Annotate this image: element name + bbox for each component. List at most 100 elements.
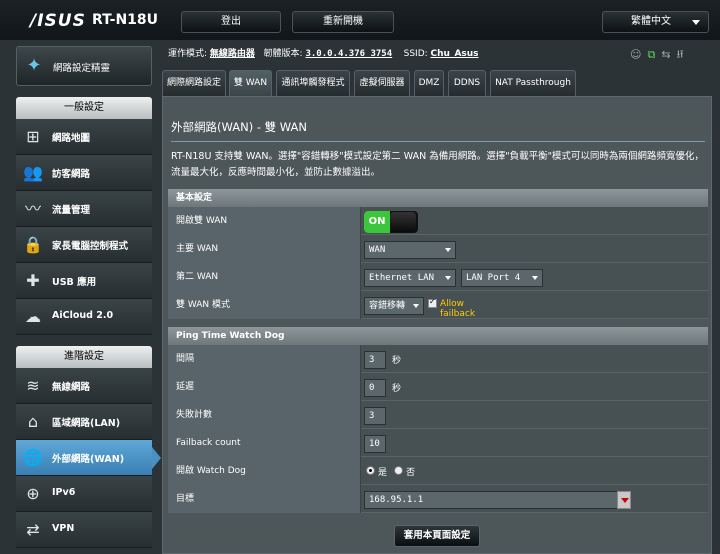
sidebar-item-label: 無線網路 xyxy=(52,382,91,393)
tab-ddns[interactable]: DDNS xyxy=(448,70,486,96)
tab-dual-wan[interactable]: 雙 WAN xyxy=(229,70,272,96)
chevron-down-icon xyxy=(532,276,538,280)
wan-icon: 🌐 xyxy=(23,448,43,467)
op-mode-label: 運作模式: xyxy=(168,49,208,59)
failback-count-input[interactable]: 10 xyxy=(364,435,386,453)
primary-wan-select[interactable]: WAN xyxy=(364,241,456,259)
sidebar-item-wan[interactable]: 🌐 外部網路(WAN) xyxy=(16,440,161,476)
page-title: 外部網路(WAN) - 雙 WAN xyxy=(171,120,308,134)
traffic-manager-icon: 〰 xyxy=(24,199,41,218)
reboot-button[interactable]: 重新開機 xyxy=(292,11,394,33)
basic-config-header: 基本設定 xyxy=(168,189,708,207)
secondary-wan-value: Ethernet LAN xyxy=(369,273,435,283)
sidebar-item-guest-network[interactable]: 👥 訪客網路 xyxy=(16,155,152,191)
allow-failback-label: Allow failback xyxy=(440,299,476,319)
delay-unit: 秒 xyxy=(392,384,402,394)
tab-dmz[interactable]: DMZ xyxy=(414,70,444,96)
sidebar-item-parental-control[interactable]: 🔒 家長電腦控制程式 xyxy=(16,227,152,263)
asus-logo[interactable]: /ISUS xyxy=(30,11,86,31)
quick-internet-setup-button[interactable]: ✦ 網路設定精靈 xyxy=(16,46,152,86)
lan-port-select[interactable]: LAN Port 4 xyxy=(461,269,543,287)
model-name: RT-N18U xyxy=(92,12,159,28)
top-bar: /ISUS RT-N18U 登出 重新開機 繁體中文 xyxy=(0,0,720,40)
sidebar-item-network-map[interactable]: ⊞ 網路地圖 xyxy=(16,119,152,155)
interval-row: 間隔 3 秒 xyxy=(168,345,708,373)
delay-row: 延遲 0 秒 xyxy=(168,373,708,401)
dual-wan-mode-select[interactable]: 容錯移轉 xyxy=(364,297,424,315)
sidebar-item-wireless[interactable]: ≋ 無線網路 xyxy=(16,368,152,404)
page-description: RT-N18U 支持雙 WAN。選擇"容錯轉移"模式設定第二 WAN 為備用網路… xyxy=(171,151,704,178)
watchdog-yes-label: 是 xyxy=(378,468,388,478)
tab-port-trigger[interactable]: 通訊埠觸發程式 xyxy=(276,70,350,96)
magic-wand-icon: ✦ xyxy=(26,55,42,76)
target-row: 目標 168.95.1.1 xyxy=(168,485,708,513)
sidebar-item-usb-application[interactable]: ✚ USB 應用 xyxy=(16,263,152,299)
target-input[interactable]: 168.95.1.1 xyxy=(364,491,631,509)
toggle-on-label: ON xyxy=(364,211,390,233)
toggle-knob xyxy=(390,212,416,232)
ssid-link[interactable]: Chu_Asus xyxy=(431,49,479,59)
chevron-down-icon xyxy=(692,20,700,25)
sidebar-item-lan[interactable]: ⌂ 區域網路(LAN) xyxy=(16,404,152,440)
delay-input[interactable]: 0 xyxy=(364,379,386,397)
enable-watchdog-label: 開啟 Watch Dog xyxy=(168,457,361,485)
watchdog-yes-radio[interactable] xyxy=(366,466,375,475)
interval-input[interactable]: 3 xyxy=(364,351,386,369)
target-value: 168.95.1.1 xyxy=(369,495,424,505)
usb-app-icon: ✚ xyxy=(26,271,40,290)
secondary-wan-label: 第二 WAN xyxy=(168,263,361,291)
ssid-label: SSID: xyxy=(403,49,428,59)
chevron-down-icon xyxy=(445,248,451,252)
firmware-link[interactable]: 3.0.0.4.376_3754 xyxy=(305,49,392,59)
secondary-wan-row: 第二 WAN Ethernet LAN LAN Port 4 xyxy=(168,263,708,291)
fail-count-row: 失敗計數 3 xyxy=(168,401,708,429)
status-icons: ☺ ⧉ ⇆ ⭿ xyxy=(624,46,714,61)
interval-label: 間隔 xyxy=(168,345,361,373)
sidebar-item-label: 外部網路(WAN) xyxy=(52,454,125,465)
internet-status-icon[interactable]: ⧉ xyxy=(647,48,655,61)
tab-internet-connection[interactable]: 網際網路設定 xyxy=(162,70,226,96)
allow-failback-checkbox[interactable] xyxy=(428,297,437,308)
target-dropdown-icon[interactable] xyxy=(617,491,631,509)
dual-wan-mode-value: 容錯移轉 xyxy=(369,301,406,311)
target-label: 目標 xyxy=(168,485,361,513)
network-map-icon: ⊞ xyxy=(26,127,40,146)
network-icon[interactable]: ⇆ xyxy=(661,48,670,61)
tab-virtual-server[interactable]: 虛擬伺服器 xyxy=(354,70,410,96)
logout-button[interactable]: 登出 xyxy=(181,11,281,33)
primary-wan-value: WAN xyxy=(369,245,386,255)
delay-label: 延遲 xyxy=(168,373,361,401)
ping-watchdog-header: Ping Time Watch Dog xyxy=(168,327,708,345)
watchdog-no-label: 否 xyxy=(406,468,416,478)
sidebar-item-label: 訪客網路 xyxy=(52,169,91,180)
sidebar-item-aicloud[interactable]: ☁ AiCloud 2.0 xyxy=(16,299,152,335)
firmware-label: 韌體版本: xyxy=(263,49,303,59)
chevron-down-icon xyxy=(413,304,419,308)
chevron-down-icon xyxy=(445,276,451,280)
apply-button[interactable]: 套用本頁面設定 xyxy=(394,525,480,547)
fail-count-input[interactable]: 3 xyxy=(364,407,386,425)
clients-icon[interactable]: ☺ xyxy=(630,48,641,61)
dual-wan-mode-row: 雙 WAN 模式 容錯移轉 Allow failback xyxy=(168,291,708,319)
sidebar-item-vpn[interactable]: ⇄ VPN xyxy=(16,512,152,548)
sidebar-item-ipv6[interactable]: ⊕ IPv6 xyxy=(16,476,152,512)
secondary-wan-select[interactable]: Ethernet LAN xyxy=(364,269,456,287)
op-mode-link[interactable]: 無線路由器 xyxy=(210,49,255,59)
sidebar-item-traffic-manager[interactable]: 〰 流量管理 xyxy=(16,191,152,227)
failback-count-row: Failback count 10 xyxy=(168,429,708,457)
dual-wan-mode-label: 雙 WAN 模式 xyxy=(168,291,361,319)
primary-wan-row: 主要 WAN WAN xyxy=(168,235,708,263)
primary-wan-label: 主要 WAN xyxy=(168,235,361,263)
watchdog-no-radio[interactable] xyxy=(394,466,403,475)
sidebar-item-label: IPv6 xyxy=(52,487,76,498)
sidebar-item-label: VPN xyxy=(52,523,75,534)
ipv6-icon: ⊕ xyxy=(26,484,40,503)
sidebar-item-label: 網路地圖 xyxy=(52,133,91,144)
language-select[interactable]: 繁體中文 xyxy=(602,11,709,33)
enable-dual-wan-row: 開啟雙 WAN ON xyxy=(168,207,708,235)
tab-nat-passthrough[interactable]: NAT Passthrough xyxy=(490,70,576,96)
enable-dual-wan-toggle[interactable]: ON xyxy=(364,211,418,233)
usb-icon[interactable]: ⭿ xyxy=(677,48,684,61)
interval-unit: 秒 xyxy=(392,356,402,366)
language-label: 繁體中文 xyxy=(631,16,671,27)
